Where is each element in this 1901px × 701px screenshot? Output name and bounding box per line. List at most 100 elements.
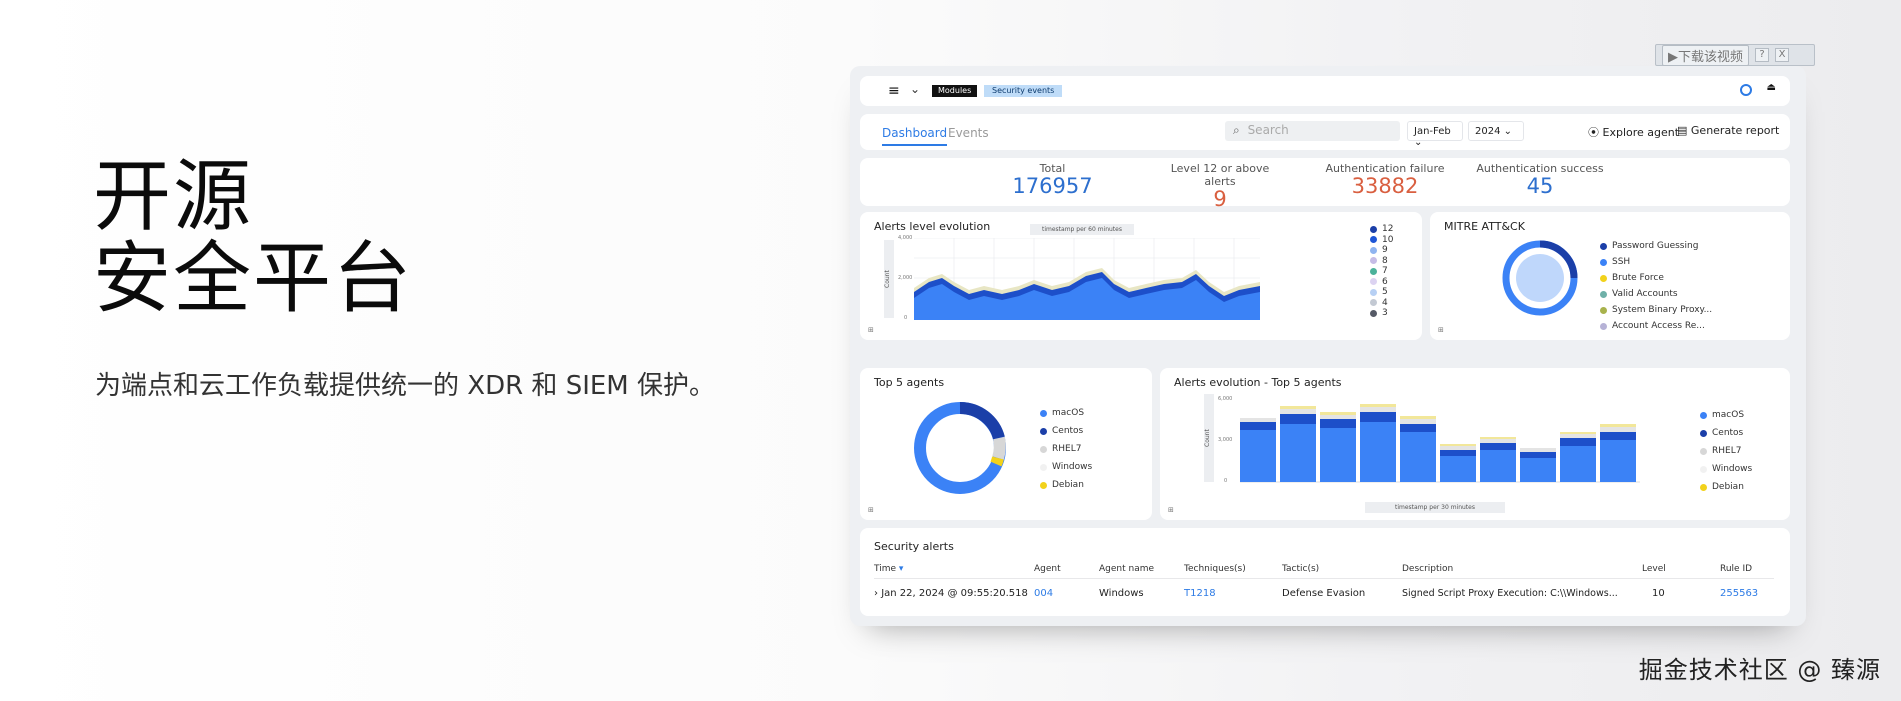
legend-label: macOS: [1052, 408, 1085, 418]
hero-subtitle: 为端点和云工作负载提供统一的 XDR 和 SIEM 保护。: [95, 371, 715, 401]
legend-item[interactable]: Account Access Re...: [1600, 318, 1712, 334]
agent-id-link[interactable]: 004: [1034, 588, 1053, 599]
year-select[interactable]: 2024 ⌄: [1468, 121, 1524, 141]
menu-icon[interactable]: ≡: [888, 83, 900, 99]
legend-label: Windows: [1052, 462, 1093, 472]
y-tick: 3,000: [1218, 437, 1233, 443]
legend-item[interactable]: Brute Force: [1600, 270, 1712, 286]
help-icon[interactable]: ?: [1755, 48, 1769, 62]
legend-swatch: [1370, 299, 1377, 307]
legend-item[interactable]: 4: [1370, 298, 1393, 309]
breadcrumb-modules[interactable]: Modules: [932, 85, 978, 97]
bar-group: [1400, 416, 1436, 482]
column-header-rule-id[interactable]: Rule ID: [1720, 564, 1752, 574]
technique-link[interactable]: T1218: [1184, 588, 1216, 599]
legend-item[interactable]: SSH: [1600, 254, 1712, 270]
video-download-button[interactable]: ▶下载该视频: [1662, 44, 1749, 66]
legend-item[interactable]: 10: [1370, 235, 1393, 246]
legend-swatch: [1600, 242, 1607, 250]
period-select[interactable]: Jan-Feb ⌄: [1407, 121, 1463, 148]
document-icon: ▤: [1677, 124, 1688, 137]
column-header-level[interactable]: Level: [1642, 564, 1666, 574]
legend-item[interactable]: System Binary Proxy...: [1600, 302, 1712, 318]
year-value: 2024: [1475, 126, 1501, 137]
bar-group: [1280, 406, 1316, 482]
legend-item[interactable]: Debian: [1700, 478, 1752, 496]
stat-value: 9: [1213, 187, 1227, 211]
legend-item[interactable]: Centos: [1040, 422, 1092, 440]
hero-title-line2: 安全平台: [93, 234, 414, 324]
bar-group: [1520, 448, 1556, 482]
legend-label: 5: [1382, 287, 1388, 298]
legend-item[interactable]: Password Guessing: [1600, 238, 1712, 254]
stat-auth-success[interactable]: Authentication success 45: [1475, 162, 1605, 197]
expand-icon[interactable]: ⊞: [1168, 506, 1174, 514]
expand-icon[interactable]: ⊞: [868, 326, 874, 334]
legend-item[interactable]: Windows: [1040, 458, 1092, 476]
explore-agent-button[interactable]: ⦿ Explore agent: [1588, 124, 1679, 140]
legend-item[interactable]: RHEL7: [1700, 442, 1752, 460]
bar-group: [1440, 444, 1476, 482]
agent-name-cell: Windows: [1099, 588, 1144, 599]
mitre-attack-panel: MITRE ATT&CK Password Guessing SSH Brute…: [1430, 212, 1790, 340]
stat-value: 176957: [1012, 174, 1093, 198]
legend-item[interactable]: Centos: [1700, 424, 1752, 442]
legend-label: 3: [1382, 308, 1388, 319]
dashboard-screenshot: ≡ ⌄ Modules Security events ⏏ Dashboard …: [850, 66, 1806, 626]
legend-item[interactable]: Windows: [1700, 460, 1752, 478]
tab-events[interactable]: Events: [948, 126, 989, 140]
expand-icon[interactable]: ⊞: [1438, 326, 1444, 334]
breadcrumb-security-events[interactable]: Security events: [984, 85, 1063, 97]
legend-swatch: [1040, 463, 1047, 471]
legend-item[interactable]: Valid Accounts: [1600, 286, 1712, 302]
search-input[interactable]: ⌕ Search: [1225, 121, 1400, 141]
logout-icon[interactable]: ⏏: [1767, 82, 1776, 93]
legend-item[interactable]: 8: [1370, 256, 1393, 267]
column-header-description[interactable]: Description: [1402, 564, 1453, 574]
column-header-agent[interactable]: Agent: [1034, 564, 1061, 574]
legend-item[interactable]: 12: [1370, 224, 1393, 235]
legend-swatch: [1370, 257, 1377, 265]
tab-dashboard[interactable]: Dashboard: [882, 126, 948, 146]
column-header-agent-name[interactable]: Agent name: [1099, 564, 1154, 574]
expand-icon[interactable]: ⊞: [868, 506, 874, 514]
legend-swatch: [1040, 409, 1047, 417]
panel-title: Alerts level evolution: [874, 220, 991, 233]
chevron-down-icon[interactable]: ⌄: [910, 82, 920, 96]
legend-item[interactable]: 5: [1370, 287, 1393, 298]
generate-report-button[interactable]: ▤ Generate report: [1677, 124, 1779, 137]
stat-total[interactable]: Total 176957: [1005, 162, 1100, 197]
bar-group: [1360, 404, 1396, 482]
legend-swatch: [1600, 258, 1607, 266]
legend-label: Valid Accounts: [1612, 289, 1678, 299]
y-axis-caption: Count: [1204, 394, 1214, 482]
legend-item[interactable]: macOS: [1700, 406, 1752, 424]
legend-item[interactable]: Debian: [1040, 476, 1092, 494]
legend-item[interactable]: 3: [1370, 308, 1393, 319]
dashboard-topbar: ≡ ⌄ Modules Security events ⏏: [860, 76, 1790, 106]
column-header-time[interactable]: Time ▾: [874, 564, 903, 574]
column-header-tactics[interactable]: Tactic(s): [1282, 564, 1319, 574]
legend-item[interactable]: 6: [1370, 277, 1393, 288]
legend-item[interactable]: 9: [1370, 245, 1393, 256]
dashboard-navbar: Dashboard Events ⌕ Search Jan-Feb ⌄ 2024…: [860, 114, 1790, 150]
legend-label: 9: [1382, 245, 1388, 256]
legend-item[interactable]: 7: [1370, 266, 1393, 277]
stat-auth-failure[interactable]: Authentication failure 33882: [1320, 162, 1450, 197]
explore-agent-label: Explore agent: [1602, 126, 1680, 139]
chevron-right-icon[interactable]: ›: [874, 588, 878, 599]
legend-label: macOS: [1712, 410, 1745, 420]
legend-swatch: [1040, 427, 1047, 435]
top-5-agents-panel: Top 5 agents macOS Centos RHEL7 Windows …: [860, 368, 1152, 520]
legend-swatch: [1370, 236, 1377, 244]
rule-id-link[interactable]: 255563: [1720, 588, 1758, 599]
mitre-legend: Password Guessing SSH Brute Force Valid …: [1600, 238, 1712, 334]
legend-item[interactable]: RHEL7: [1040, 440, 1092, 458]
refresh-icon[interactable]: [1740, 84, 1752, 96]
legend-swatch: [1370, 267, 1377, 275]
legend-swatch: [1700, 411, 1707, 419]
column-header-techniques[interactable]: Techniques(s): [1184, 564, 1246, 574]
legend-item[interactable]: macOS: [1040, 404, 1092, 422]
stat-level12[interactable]: Level 12 or above alerts 9: [1155, 162, 1285, 210]
close-icon[interactable]: X: [1775, 48, 1789, 62]
